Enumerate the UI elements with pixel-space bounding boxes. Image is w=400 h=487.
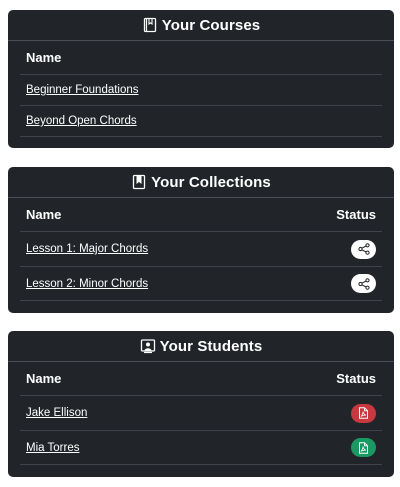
collection-link[interactable]: Lesson 2: Minor Chords [26, 278, 148, 290]
share-button[interactable] [351, 274, 376, 293]
bookmark-icon [131, 174, 147, 190]
students-card: Your Students Name Status Jake Ellison M… [8, 331, 394, 477]
status-column-header: Status [336, 371, 376, 386]
students-header: Your Students [8, 331, 394, 362]
collections-table: Name Status Lesson 1: Major Chords Lesso… [8, 198, 394, 301]
students-table: Name Status Jake Ellison Mia Torres [8, 362, 394, 465]
student-link[interactable]: Mia Torres [26, 442, 79, 454]
name-column-header: Name [26, 371, 62, 386]
table-row: Lesson 2: Minor Chords [20, 267, 382, 301]
students-table-header: Name Status [20, 362, 382, 396]
share-icon [357, 277, 370, 290]
course-link[interactable]: Beginner Foundations [26, 84, 139, 96]
book-icon [142, 17, 158, 33]
table-row: Jake Ellison [20, 396, 382, 431]
collection-link[interactable]: Lesson 1: Major Chords [26, 243, 148, 255]
pdf-file-icon [359, 441, 368, 454]
pdf-file-icon [359, 407, 368, 419]
students-title: Your Students [159, 337, 263, 355]
student-link[interactable]: Jake Ellison [26, 407, 87, 419]
collections-header: Your Collections [8, 167, 394, 198]
courses-table: Name Beginner Foundations Beyond Open Ch… [8, 41, 394, 137]
courses-title: Your Courses [161, 16, 261, 34]
collections-title: Your Collections [151, 173, 271, 191]
table-row: Beginner Foundations [20, 75, 382, 106]
status-pdf-button[interactable] [351, 438, 376, 457]
name-column-header: Name [26, 207, 62, 222]
status-pdf-button[interactable] [351, 403, 376, 423]
course-link[interactable]: Beyond Open Chords [26, 115, 137, 127]
courses-card: Your Courses Name Beginner Foundations B… [8, 10, 394, 148]
collections-card: Your Collections Name Status Lesson 1: M… [8, 167, 394, 313]
table-row: Lesson 1: Major Chords [20, 232, 382, 267]
name-column-header: Name [26, 50, 62, 65]
table-row: Mia Torres [20, 431, 382, 465]
collections-table-header: Name Status [20, 198, 382, 232]
student-board-icon [140, 338, 156, 354]
status-column-header: Status [336, 207, 376, 222]
share-icon [357, 243, 370, 255]
share-button[interactable] [351, 239, 376, 259]
courses-table-header: Name [20, 41, 382, 75]
courses-header: Your Courses [8, 10, 394, 41]
table-row: Beyond Open Chords [20, 106, 382, 137]
